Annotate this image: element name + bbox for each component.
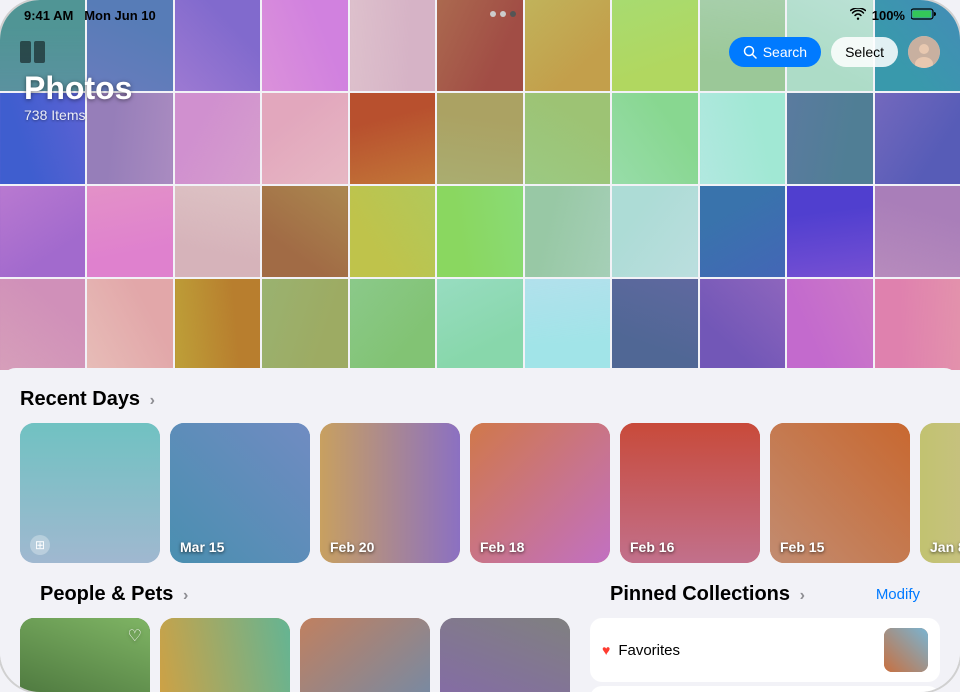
photo-cell[interactable] [175,186,260,277]
photos-title-section: Photos 738 Items [24,70,132,123]
pinned-item-label: Favorites [618,642,680,659]
photo-cell[interactable] [612,93,697,184]
photo-cell[interactable] [175,279,260,370]
page-dots [490,11,516,21]
day-label: Feb 20 [330,539,374,555]
search-label: Search [763,44,807,60]
recent-days-header: Recent Days › [0,388,960,423]
two-col-section: People & Pets › ♡ GalvanDoeTaby Pinned Co… [0,583,960,692]
photo-cell[interactable] [700,93,785,184]
person-card[interactable]: Doe [300,618,430,692]
day-label: Mar 15 [180,539,224,555]
wifi-icon [850,8,866,23]
person-card[interactable]: Taby [440,618,570,692]
photo-cell[interactable] [700,279,785,370]
day-card[interactable]: Feb 20 [320,423,460,563]
photo-cell[interactable] [787,279,872,370]
date: Mon Jun 10 [84,8,156,23]
people-pets-header: People & Pets › [20,583,570,618]
photo-cell[interactable] [787,93,872,184]
time: 9:41 AM [24,8,73,23]
modify-button[interactable]: Modify [876,586,920,603]
dot-3 [510,11,516,17]
battery-label: 100% [872,8,905,23]
people-pets-title[interactable]: People & Pets › [40,583,188,606]
bottom-content[interactable]: Recent Days › ⊞ Mar 15 Feb 20 Feb 18 Feb 16 F… [0,368,960,692]
pinned-title[interactable]: Pinned Collections › [610,583,805,606]
recent-days-chevron: › [150,392,155,409]
photo-cell[interactable] [437,93,522,184]
photo-cell[interactable] [700,186,785,277]
photo-cell[interactable] [525,93,610,184]
day-label: Jan 8 [930,539,960,555]
photo-cell[interactable] [875,279,960,370]
day-label: Feb 16 [630,539,674,555]
day-card[interactable]: Feb 18 [470,423,610,563]
photo-cell[interactable] [525,279,610,370]
item-count: 738 Items [24,107,132,123]
photo-cell[interactable] [0,186,85,277]
select-button[interactable]: Select [831,37,898,67]
favorites-heart-icon: ♥ [602,642,610,658]
nav-left [20,41,48,63]
people-pets-chevron: › [183,587,188,604]
pinned-collections-col: Pinned Collections › Modify ♥ Favorites Re… [580,583,960,692]
pinned-chevron: › [800,587,805,604]
photo-cell[interactable] [262,279,347,370]
pinned-item-left: ♥ Favorites [602,642,680,659]
select-label: Select [845,44,884,60]
photo-cell[interactable] [87,279,172,370]
day-card[interactable]: Mar 15 [170,423,310,563]
photo-cell[interactable] [350,279,435,370]
battery-icon [911,8,936,23]
search-button[interactable]: Search [729,37,821,67]
photo-cell[interactable] [875,186,960,277]
pinned-item[interactable]: ♥ Favorites [590,618,940,682]
status-time-date: 9:41 AM Mon Jun 10 [24,8,156,23]
status-right: 100% [850,8,936,23]
pinned-list: ♥ Favorites Recently Saved [590,618,940,692]
heart-icon: ♡ [128,626,142,646]
pin-icon: ⊞ [30,535,50,555]
photo-cell[interactable] [175,93,260,184]
grid-toggle-icon[interactable] [20,41,48,63]
photo-cell[interactable] [350,93,435,184]
photo-cell[interactable] [262,93,347,184]
photo-cell[interactable] [612,279,697,370]
photo-cell[interactable] [612,186,697,277]
people-scroll[interactable]: ♡ GalvanDoeTaby [20,618,570,692]
day-label: Feb 15 [780,539,824,555]
photo-cell[interactable] [350,186,435,277]
photo-cell[interactable] [437,186,522,277]
dot-2 [500,11,506,17]
person-card[interactable]: ♡ [20,618,150,692]
recent-days-scroll[interactable]: ⊞Mar 15Feb 20Feb 18Feb 16Feb 15Jan 8N [0,423,960,583]
pinned-header: Pinned Collections › Modify [590,583,940,618]
photo-cell[interactable] [0,279,85,370]
photo-cell[interactable] [262,186,347,277]
photo-cell[interactable] [787,186,872,277]
top-nav: Search Select [0,28,960,76]
pinned-item[interactable]: Recently Saved [590,686,940,692]
day-card[interactable]: Feb 15 [770,423,910,563]
dot-1 [490,11,496,17]
search-icon [743,45,757,59]
photo-cell[interactable] [437,279,522,370]
photo-cell[interactable] [875,93,960,184]
day-card[interactable]: Feb 16 [620,423,760,563]
recent-days-title[interactable]: Recent Days › [20,388,155,411]
status-bar: 9:41 AM Mon Jun 10 100% [0,0,960,27]
day-card[interactable]: ⊞ [20,423,160,563]
photo-cell[interactable] [87,186,172,277]
nav-right: Search Select [729,36,940,68]
day-card[interactable]: Jan 8 [920,423,960,563]
day-label: Feb 18 [480,539,524,555]
photo-cell[interactable] [525,186,610,277]
person-card[interactable]: Galvan [160,618,290,692]
avatar[interactable] [908,36,940,68]
pinned-item-thumb [884,628,928,672]
people-pets-col: People & Pets › ♡ GalvanDoeTaby [0,583,580,692]
